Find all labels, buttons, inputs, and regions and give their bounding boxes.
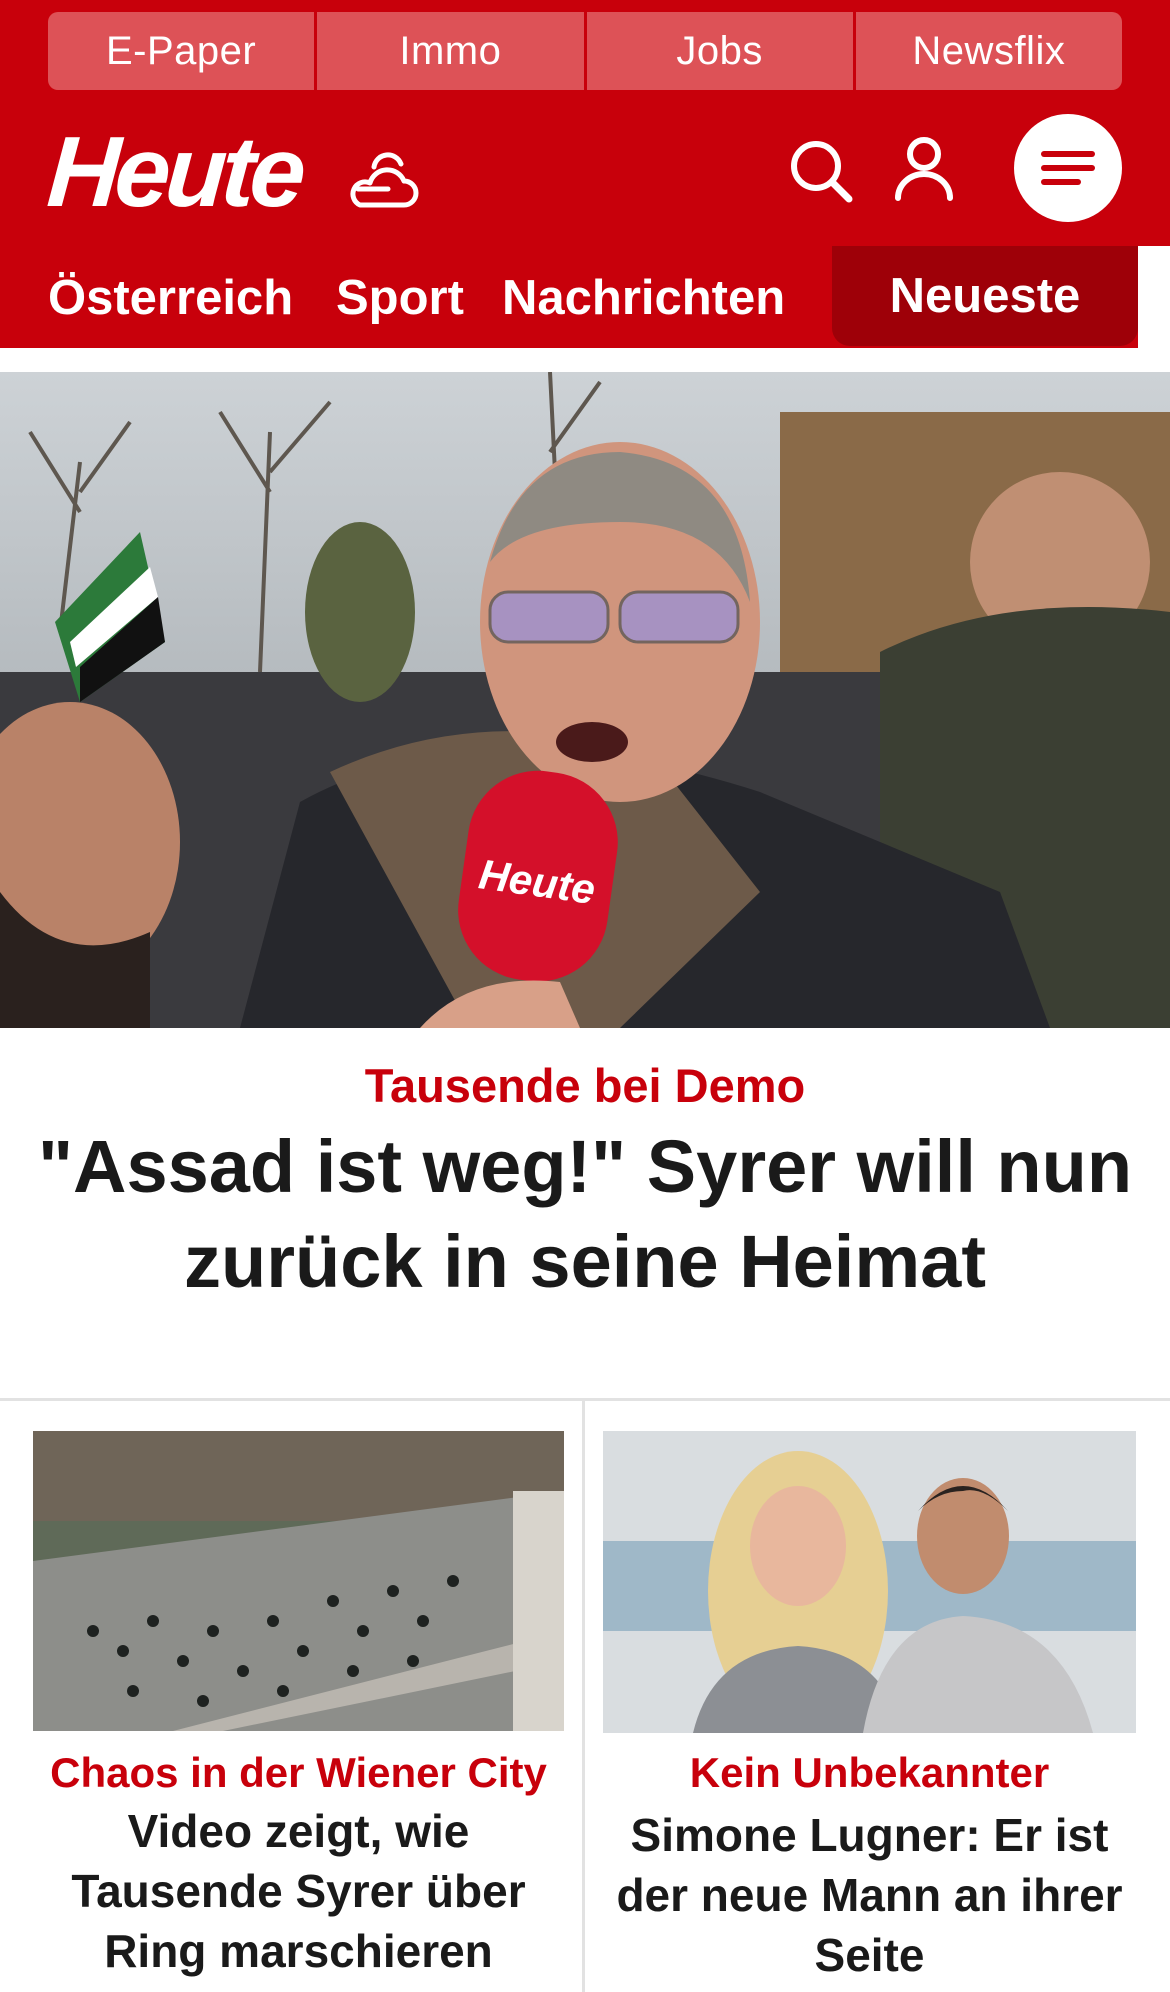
topnav-newsflix[interactable]: Newsflix [855, 12, 1122, 90]
nav-edge [1138, 246, 1170, 348]
card1-title-line1[interactable]: Video zeigt, wie [33, 1808, 564, 1854]
nav-oesterreich[interactable]: Österreich [48, 270, 293, 326]
site-header: E-Paper Immo Jobs Newsflix Heute Österre… [0, 0, 1170, 348]
card-image-lugner[interactable] [603, 1431, 1136, 1733]
card1-kicker[interactable]: Chaos in der Wiener City [33, 1749, 564, 1797]
topnav-immo[interactable]: Immo [317, 12, 584, 90]
hero-title-line1[interactable]: "Assad ist weg!" Syrer will nun [30, 1130, 1140, 1204]
hero-title-line2[interactable]: zurück in seine Heimat [30, 1225, 1140, 1299]
card1-title-line2[interactable]: Tausende Syrer über [33, 1868, 564, 1914]
nav-nachrichten[interactable]: Nachrichten [502, 270, 785, 326]
hero-kicker[interactable]: Tausende bei Demo [0, 1058, 1170, 1113]
menu-button[interactable] [1014, 114, 1122, 222]
user-icon[interactable] [888, 132, 960, 204]
section-divider [0, 1398, 1170, 1401]
nav-sport[interactable]: Sport [336, 270, 464, 326]
card1-title-line3[interactable]: Ring marschieren [33, 1928, 564, 1974]
nav-neueste[interactable]: Neueste [832, 246, 1138, 346]
card-photo-crowd [33, 1431, 564, 1731]
card2-kicker[interactable]: Kein Unbekannter [603, 1749, 1136, 1797]
hero-image[interactable]: Heute [0, 372, 1170, 1028]
card-photo-couple [603, 1431, 1136, 1733]
card2-title-line1[interactable]: Simone Lugner: Er ist [603, 1812, 1136, 1858]
search-icon[interactable] [785, 135, 857, 207]
site-logo[interactable]: Heute [44, 116, 305, 228]
card2-title-line3[interactable]: Seite [603, 1932, 1136, 1978]
topnav-jobs[interactable]: Jobs [586, 12, 853, 90]
top-nav: E-Paper Immo Jobs Newsflix [48, 12, 1122, 90]
hero-photo: Heute [0, 372, 1170, 1028]
menu-icon [1041, 151, 1095, 185]
column-divider [582, 1401, 585, 1992]
topnav-epaper[interactable]: E-Paper [48, 12, 315, 90]
cloud-sun-icon[interactable] [344, 145, 424, 217]
card2-title-line2[interactable]: der neue Mann an ihrer [603, 1872, 1136, 1918]
card-image-demo[interactable] [33, 1431, 564, 1731]
